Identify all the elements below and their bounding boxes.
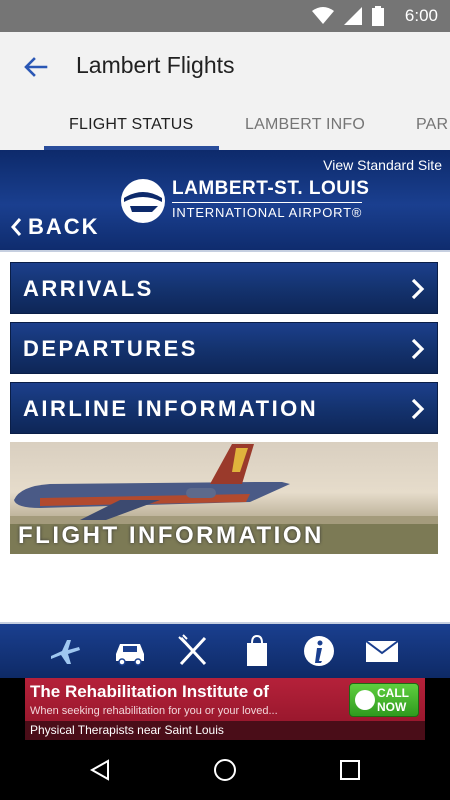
airport-logo: LAMBERT-ST. LOUIS INTERNATIONAL AIRPORT® [116,172,369,228]
signal-icon [344,7,362,25]
phone-icon [355,690,375,710]
ad-subtitle: When seeking rehabilitation for you or y… [30,705,278,717]
info-icon[interactable] [302,634,336,668]
arrivals-label: ARRIVALS [23,276,154,301]
view-standard-site-link[interactable]: View Standard Site [323,157,442,173]
mail-icon[interactable] [365,634,399,668]
clock: 6:00 [404,6,438,25]
airplane-icon[interactable] [48,634,82,668]
status-bar: 6:00 [0,0,450,32]
airport-header: View Standard Site LAMBERT-ST. LOUIS INT… [0,150,450,252]
wifi-icon [312,7,334,24]
call-now-label: CALL NOW [377,686,409,714]
logo-line-1: LAMBERT-ST. LOUIS [172,178,370,199]
back-arrow-icon[interactable] [20,52,50,82]
departures-button[interactable]: DEPARTURES [10,322,438,374]
call-now-button[interactable]: CALL NOW [349,683,419,717]
tab-bar: FLIGHT STATUS LAMBERT INFO PAR [0,102,450,150]
airport-logo-mark-icon [121,179,165,223]
flight-information-banner[interactable]: FLIGHT INFORMATION [10,442,438,554]
status-icons [312,6,384,26]
chevron-right-icon [411,398,425,420]
fork-knife-icon[interactable] [176,634,210,668]
logo-line-2: INTERNATIONAL AIRPORT® [172,202,363,220]
call-line-1: CALL [377,686,409,700]
ad-footer: Physical Therapists near Saint Louis [25,721,425,740]
ad-footer-text: Physical Therapists near Saint Louis [30,723,224,737]
system-recents-icon[interactable] [338,758,362,782]
tab-flight-status[interactable]: FLIGHT STATUS [69,116,193,134]
call-line-2: NOW [377,700,407,714]
screen: 6:00 Lambert Flights FLIGHT STATUS LAMBE… [0,0,450,800]
app-bar: Lambert Flights [0,32,450,102]
web-back-label: BACK [28,214,100,239]
web-back-button[interactable]: BACK [10,214,100,240]
flight-information-label: FLIGHT INFORMATION [18,522,324,549]
chevron-left-icon [11,218,22,236]
menu-list: ARRIVALS DEPARTURES AIRLINE INFORMATION [10,262,438,442]
car-icon[interactable] [113,634,147,668]
system-back-icon[interactable] [88,758,112,782]
chevron-right-icon [411,278,425,300]
system-home-icon[interactable] [213,758,237,782]
system-navigation-bar [0,740,450,800]
chevron-right-icon [411,338,425,360]
departures-label: DEPARTURES [23,336,198,361]
shopping-bag-icon[interactable] [240,634,274,668]
ad-content[interactable]: The Rehabilitation Institute of When see… [25,678,425,740]
ad-banner: The Rehabilitation Institute of When see… [0,678,450,740]
bottom-icon-nav [0,622,450,678]
arrivals-button[interactable]: ARRIVALS [10,262,438,314]
tab-lambert-info[interactable]: LAMBERT INFO [245,116,365,134]
airline-information-label: AIRLINE INFORMATION [23,396,319,421]
ad-title: The Rehabilitation Institute of [30,682,269,701]
tab-parking[interactable]: PAR [416,116,448,134]
battery-icon [372,6,384,26]
app-title: Lambert Flights [76,52,235,78]
airline-information-button[interactable]: AIRLINE INFORMATION [10,382,438,434]
